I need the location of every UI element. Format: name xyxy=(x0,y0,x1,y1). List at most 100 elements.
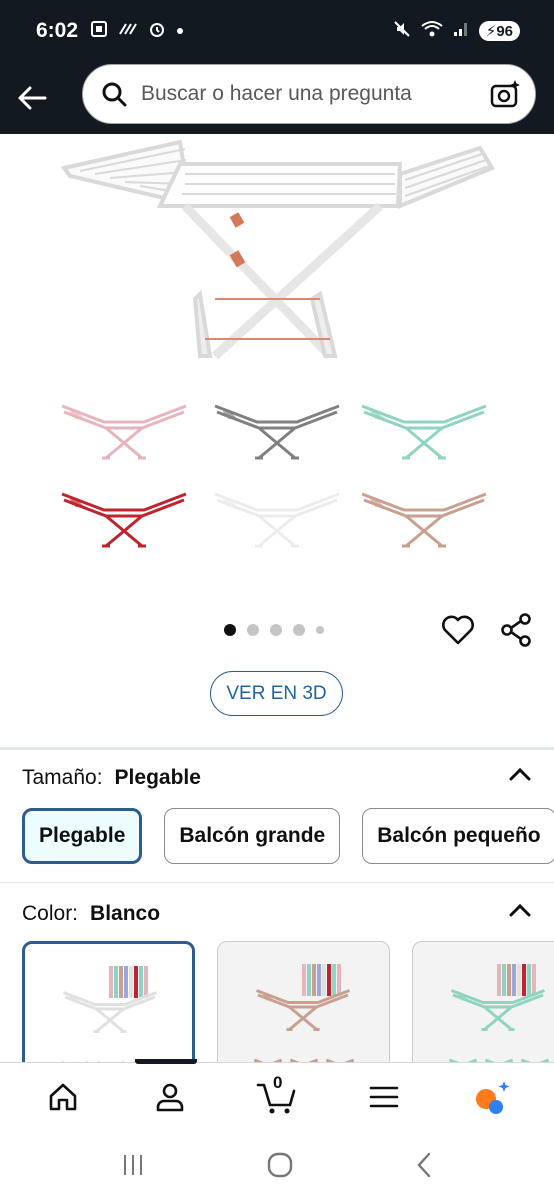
packaged-rack xyxy=(327,964,331,996)
signal-icon xyxy=(453,21,469,42)
battery-badge: ⚡96 xyxy=(478,21,520,41)
packaged-rack xyxy=(307,964,311,996)
search-input[interactable]: Buscar o hacer una pregunta xyxy=(82,64,536,124)
battery-level: 96 xyxy=(496,23,513,40)
rack-variant-shape xyxy=(214,404,340,460)
size-options: Plegable Balcón grande Balcón pequeño xyxy=(22,808,554,864)
product-main-image xyxy=(60,139,495,360)
app-header: Buscar o hacer una pregunta xyxy=(0,62,554,134)
wifi-calling-icon xyxy=(118,22,138,41)
cart-count: 0 xyxy=(272,1072,283,1092)
screenshot-icon xyxy=(90,20,108,43)
packaged-rack xyxy=(532,964,536,996)
section-divider xyxy=(0,747,554,750)
product-image-gallery[interactable]: VER EN 3D xyxy=(0,134,554,734)
nav-home[interactable] xyxy=(33,1067,93,1127)
packaged-rack xyxy=(302,964,306,996)
packaged-rack xyxy=(497,964,501,996)
color-swatch-white[interactable] xyxy=(22,941,195,1062)
packaged-rack xyxy=(517,964,521,996)
color-swatches xyxy=(22,941,554,1062)
packaged-rack xyxy=(109,966,113,998)
color-selected-value: Blanco xyxy=(90,902,161,925)
packaged-rack xyxy=(114,966,118,998)
swatch-image xyxy=(448,964,550,1062)
mute-icon xyxy=(393,20,411,43)
back-button[interactable] xyxy=(0,66,64,130)
rack-variant-shape xyxy=(61,404,187,460)
camera-search-icon[interactable] xyxy=(489,78,521,110)
packaged-rack xyxy=(124,966,128,998)
ai-assistant-icon xyxy=(475,1080,510,1114)
arrow-left-icon xyxy=(18,86,47,110)
active-tab-indicator xyxy=(135,1059,197,1064)
status-time: 6:02 xyxy=(36,19,79,42)
product-page: VER EN 3D Tamaño: Plegable Plegable Balc… xyxy=(0,134,554,1062)
rack-variant-shape xyxy=(361,492,487,548)
rack-variant-shape xyxy=(61,492,187,548)
packaged-rack xyxy=(119,966,123,998)
user-icon xyxy=(156,1083,184,1111)
wishlist-button[interactable] xyxy=(440,612,476,648)
packaged-rack xyxy=(512,964,516,996)
packaged-rack xyxy=(507,964,511,996)
status-bar: 6:02 ⚡96 xyxy=(0,0,554,62)
nav-rufus[interactable] xyxy=(461,1067,521,1127)
carousel-dot[interactable] xyxy=(224,624,236,636)
packaged-rack xyxy=(527,964,531,996)
carousel-dot[interactable] xyxy=(247,624,259,636)
view-in-3d-button[interactable]: VER EN 3D xyxy=(210,671,343,716)
rack-variant-shape xyxy=(361,404,487,460)
size-option-plegable[interactable]: Plegable xyxy=(22,808,143,864)
section-divider xyxy=(0,882,554,883)
color-variants-image xyxy=(61,404,487,548)
packaged-rack xyxy=(139,966,143,998)
carousel-dot[interactable] xyxy=(270,624,282,636)
carousel-dot[interactable] xyxy=(293,624,305,636)
packaged-rack xyxy=(522,964,526,996)
packaged-rack xyxy=(317,964,321,996)
search-icon xyxy=(102,82,127,107)
packaged-rack xyxy=(337,964,341,996)
share-icon xyxy=(501,613,531,647)
size-selected-value: Plegable xyxy=(114,766,201,789)
packaged-rack xyxy=(144,966,148,998)
size-option-balcon-pequeno[interactable]: Balcón pequeño xyxy=(362,808,554,864)
color-swatch-beige[interactable] xyxy=(217,941,390,1062)
heart-icon xyxy=(442,615,474,645)
packaged-rack xyxy=(134,966,138,998)
swatch-image xyxy=(253,964,355,1062)
rack-variant-shape xyxy=(214,492,340,548)
search-placeholder: Buscar o hacer una pregunta xyxy=(141,82,412,105)
size-label: Tamaño: xyxy=(22,766,103,789)
carousel-dot[interactable] xyxy=(316,626,324,634)
nav-account[interactable] xyxy=(140,1067,200,1127)
packaged-rack xyxy=(129,966,133,998)
size-option-balcon-grande[interactable]: Balcón grande xyxy=(164,808,341,864)
swatch-image xyxy=(61,966,161,1062)
color-header[interactable]: Color: Blanco xyxy=(22,902,532,926)
nav-cart[interactable]: 0 xyxy=(247,1067,307,1127)
packaged-rack xyxy=(502,964,506,996)
system-navigation xyxy=(0,1130,554,1200)
rack-variant-shape xyxy=(62,991,158,1033)
rack-variant-shape xyxy=(450,989,546,1031)
chevron-up-icon[interactable] xyxy=(508,764,532,784)
home-button-icon[interactable] xyxy=(266,1151,294,1179)
share-button[interactable] xyxy=(498,612,534,648)
system-back-icon[interactable] xyxy=(414,1151,434,1179)
nav-menu[interactable] xyxy=(354,1067,414,1127)
dot-icon xyxy=(176,22,184,40)
wifi-icon xyxy=(421,20,443,43)
packaged-rack xyxy=(312,964,316,996)
chevron-up-icon[interactable] xyxy=(508,900,532,920)
color-swatch-green[interactable] xyxy=(412,941,554,1062)
alarm-icon xyxy=(148,20,166,43)
rack-variant-shape xyxy=(255,989,351,1031)
size-header[interactable]: Tamaño: Plegable xyxy=(22,766,532,790)
status-notification-icons xyxy=(90,20,184,43)
image-carousel-dots[interactable] xyxy=(224,624,324,636)
color-label: Color: xyxy=(22,902,79,925)
packaged-rack xyxy=(322,964,326,996)
recent-apps-icon[interactable] xyxy=(120,1152,146,1178)
